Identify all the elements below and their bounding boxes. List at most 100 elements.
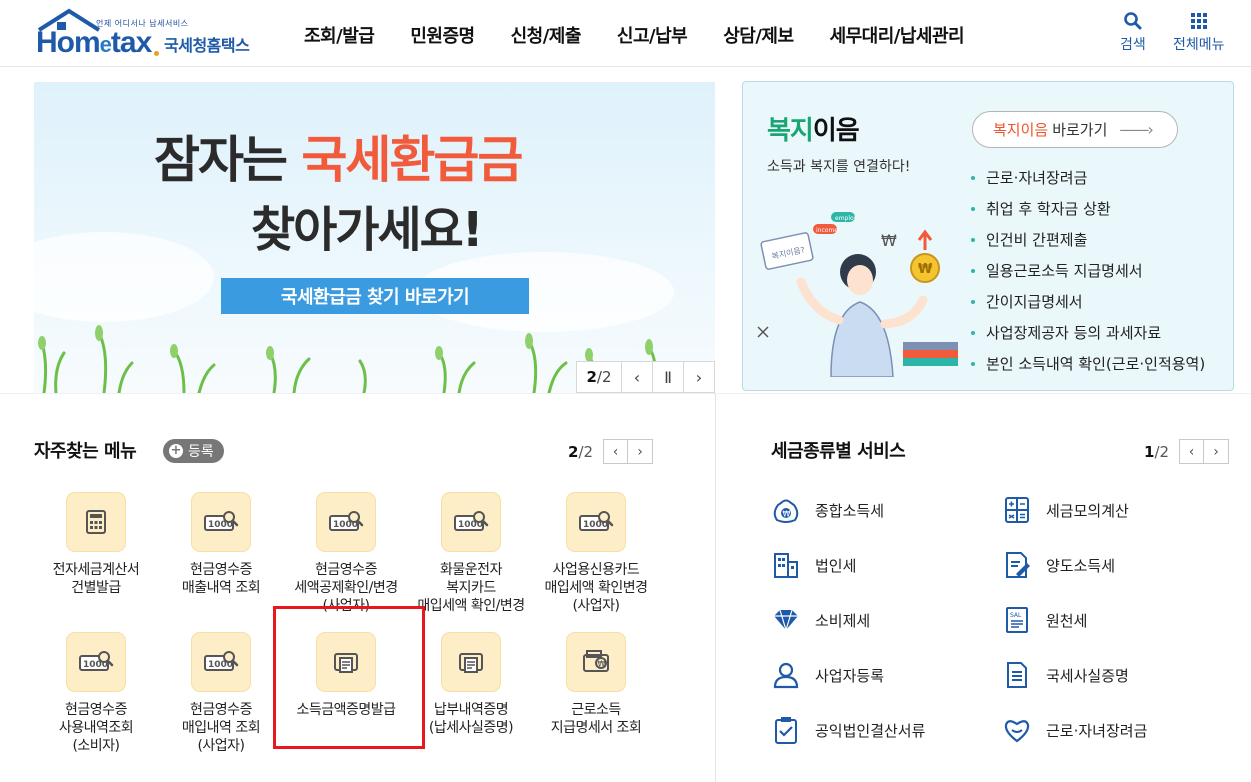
calculator-icon — [66, 492, 126, 552]
favorite-menu-label: 사업용신용카드 매입세액 확인변경 (사업자) — [544, 562, 649, 614]
clipboard-icon — [769, 713, 803, 747]
favorite-menu-label: 근로소득 지급명세서 조회 — [550, 702, 642, 736]
diamond-icon — [769, 603, 803, 637]
nav-tax-agent[interactable]: 세무대리/납세관리 — [830, 22, 965, 48]
nav-apply-submit[interactable]: 신청/제출 — [511, 22, 582, 48]
favorites-add-button[interactable]: + 등록 — [163, 439, 224, 463]
pause-icon: Ⅱ — [664, 367, 672, 387]
svg-text:income: income — [816, 227, 838, 234]
favorite-menu-label: 현금영수증 사용내역조회 (소비자) — [58, 702, 134, 754]
search-button[interactable]: 검색 — [1120, 8, 1146, 54]
banner-page-indicator: 2/2 — [586, 368, 612, 386]
search-label: 검색 — [1120, 37, 1146, 53]
refund-search-button[interactable]: 국세환급금 찾기 바로가기 — [221, 278, 529, 314]
hometax-logo[interactable]: 언제 어디서나 납세서비스 Hometax 국세청홈택스 — [34, 6, 264, 60]
main-navigation: 조회/발급 민원증명 신청/제출 신고/납부 상담/제보 세무대리/납세관리 — [304, 22, 1000, 48]
tax-service-label: 국세사실증명 — [1046, 666, 1129, 685]
favorite-menu-item[interactable]: 1000 현금영수증 매출내역 조회 — [151, 492, 291, 597]
chevron-right-icon: › — [637, 443, 643, 460]
tax-service-item[interactable]: 사업자등록 — [769, 658, 884, 692]
all-menu-button[interactable]: 전체메뉴 — [1173, 8, 1225, 54]
banner-prev-button[interactable]: ‹ — [621, 362, 652, 392]
tax-service-label: 세금모의계산 — [1046, 501, 1129, 520]
section-divider — [0, 393, 1251, 394]
calculator-icon — [1000, 493, 1034, 527]
favorites-title: 자주찾는 메뉴 — [34, 441, 137, 462]
favorite-menu-item[interactable]: ₩ 근로소득 지급명세서 조회 — [526, 632, 666, 737]
welfare-subtitle: 소득과 복지를 연결하다! — [767, 159, 911, 175]
woman-illustration: 복지이음? employ income ₩ ₩ — [757, 212, 958, 377]
favorites-next-button[interactable]: › — [628, 439, 654, 464]
favorite-menu-item[interactable]: 전자세금계산서 건별발급 — [26, 492, 166, 597]
welfare-item[interactable]: 사업장제공자 등의 과세자료 — [971, 317, 1205, 348]
banner-next-button[interactable]: › — [683, 362, 714, 392]
tax-service-item[interactable]: 세금모의계산 — [1000, 493, 1129, 527]
logo-dot — [154, 51, 159, 56]
receipt-search-icon: 1000 — [316, 492, 376, 552]
receipt-search-icon: 1000 — [566, 492, 626, 552]
nav-inquiry-issue[interactable]: 조회/발급 — [304, 22, 375, 48]
svg-text:₩: ₩ — [783, 510, 791, 519]
receipt-icon: SAL — [1000, 603, 1034, 637]
tax-service-item[interactable]: SAL 원천세 — [1000, 603, 1087, 637]
welfare-item[interactable]: 취업 후 학자금 상환 — [971, 193, 1205, 224]
favorite-menu-label: 전자세금계산서 건별발급 — [52, 562, 140, 596]
tax-services-next-button[interactable]: › — [1204, 439, 1230, 464]
site-header: 언제 어디서나 납세서비스 Hometax 국세청홈택스 조회/발급 민원증명 … — [0, 0, 1251, 67]
tax-service-item[interactable]: 공익법인결산서류 — [769, 713, 925, 747]
tax-services-pager: 1/2 ‹ › — [1144, 439, 1230, 464]
receipt-search-icon: 1000 — [66, 632, 126, 692]
heart-hands-icon — [1000, 713, 1034, 747]
tax-services-title: 세금종류별 서비스 — [771, 441, 906, 462]
tax-service-item[interactable]: 근로·자녀장려금 — [1000, 713, 1147, 747]
wallet-icon: ₩ — [566, 632, 626, 692]
welfare-item[interactable]: 간이지급명세서 — [971, 286, 1205, 317]
banner-slide-controls: 2/2 ‹ Ⅱ › — [576, 361, 715, 393]
favorite-menu-item[interactable]: 1000 현금영수증 세액공제확인/변경 (사업자) — [276, 492, 416, 615]
tax-service-label: 종합소득세 — [815, 501, 885, 520]
svg-text:₩: ₩ — [881, 231, 897, 250]
welfare-item[interactable]: 근로·자녀장려금 — [971, 162, 1205, 193]
nav-consult-report[interactable]: 상담/제보 — [723, 22, 794, 48]
chevron-right-icon: › — [695, 367, 703, 387]
welfare-item-list: 근로·자녀장려금 취업 후 학자금 상환 인건비 간편제출 일용근로소득 지급명… — [971, 162, 1205, 379]
welfare-item[interactable]: 일용근로소득 지급명세서 — [971, 255, 1205, 286]
svg-text:employ: employ — [835, 215, 858, 222]
favorite-menu-item[interactable]: 1000 사업용신용카드 매입세액 확인변경 (사업자) — [526, 492, 666, 615]
banner-pause-button[interactable]: Ⅱ — [652, 362, 683, 392]
welfare-item[interactable]: 인건비 간편제출 — [971, 224, 1205, 255]
tax-service-label: 공익법인결산서류 — [815, 721, 926, 740]
svg-text:₩: ₩ — [918, 262, 933, 277]
tax-service-label: 법인세 — [815, 556, 857, 575]
logo-wordmark: Hometax — [36, 26, 152, 59]
svg-text:₩: ₩ — [598, 660, 606, 669]
banner-headline: 잠자는 국세환급금 — [154, 131, 523, 189]
favorite-menu-item[interactable]: 1000 현금영수증 사용내역조회 (소비자) — [26, 632, 166, 755]
favorites-pager: 2/2 ‹ › — [568, 439, 654, 464]
tax-service-item[interactable]: 법인세 — [769, 548, 856, 582]
plus-icon: + — [169, 443, 183, 458]
tax-service-label: 양도소득세 — [1046, 556, 1116, 575]
favorite-menu-label: 현금영수증 매출내역 조회 — [181, 562, 261, 596]
tax-service-item[interactable]: 국세사실증명 — [1000, 658, 1129, 692]
tax-service-item[interactable]: 소비제세 — [769, 603, 870, 637]
favorite-menu-item[interactable]: 1000 화물운전자 복지카드 매입세액 확인/변경 — [401, 492, 541, 615]
chevron-right-icon: › — [1213, 443, 1219, 460]
banner-subheadline: 찾아가세요! — [251, 202, 484, 258]
tax-services-prev-button[interactable]: ‹ — [1179, 439, 1205, 464]
grid-menu-icon — [1190, 8, 1208, 34]
logo-korean-name: 국세청홈택스 — [164, 36, 250, 55]
favorites-prev-button[interactable]: ‹ — [603, 439, 629, 464]
nav-civil-certificates[interactable]: 민원증명 — [410, 22, 475, 48]
tax-services-page-indicator: 1/2 — [1144, 442, 1170, 461]
printer-icon — [441, 632, 501, 692]
nav-report-pay[interactable]: 신고/납부 — [617, 22, 688, 48]
favorite-menu-item[interactable]: 1000 현금영수증 매입내역 조회 (사업자) — [151, 632, 291, 755]
tax-service-item[interactable]: 양도소득세 — [1000, 548, 1115, 582]
welfare-item[interactable]: 본인 소득내역 확인(근로·인적용역) — [971, 348, 1205, 379]
welfare-link-panel: 복지이음 소득과 복지를 연결하다! 복지이음 바로가기 ——› 근로·자녀장려금… — [742, 81, 1234, 391]
main-banner[interactable]: 잠자는 국세환급금 찾아가세요! 국세환급금 찾기 바로가기 2/2 ‹ Ⅱ › — [34, 82, 715, 393]
tax-service-item[interactable]: ₩ 종합소득세 — [769, 493, 884, 527]
receipt-search-icon: 1000 — [191, 492, 251, 552]
welfare-shortcut-button[interactable]: 복지이음 바로가기 ——› — [972, 111, 1178, 148]
